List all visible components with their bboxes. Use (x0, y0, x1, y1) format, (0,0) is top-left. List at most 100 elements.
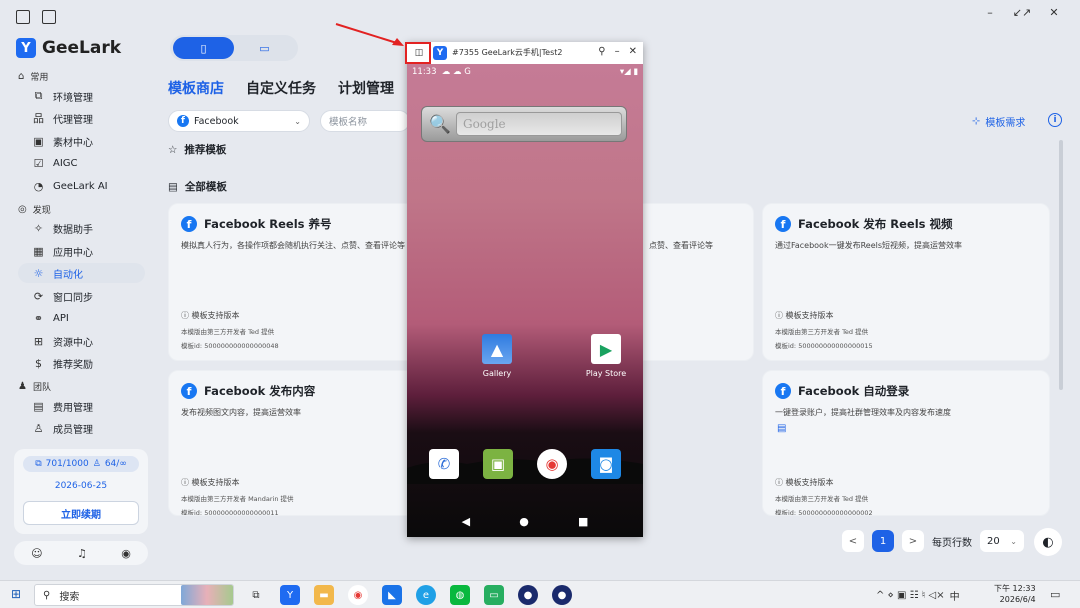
bell-icon[interactable]: ♫ (77, 547, 87, 560)
card-support: ⓘ 模板支持版本 (775, 478, 834, 487)
sidebar-item-env[interactable]: ⧉ 环境管理 (18, 86, 145, 106)
platform-select[interactable]: f Facebook ⌄ (168, 110, 310, 132)
aigc-icon: ☑ (33, 156, 44, 170)
document-icon: ▤ (777, 423, 787, 434)
sidebar-toggle-icon[interactable] (16, 10, 30, 24)
annotation-arrow-icon (335, 23, 404, 46)
proxy-icon: 品 (33, 112, 44, 125)
info-icon: ⓘ (775, 478, 786, 487)
geelark-logo-icon: Y (433, 46, 447, 60)
google-search-widget[interactable]: 🔍 Google (421, 106, 627, 142)
back-button[interactable]: ◀ (462, 515, 470, 528)
tab-custom-task[interactable]: 自定义任务 (246, 78, 316, 98)
rows-per-page-label: 每页行数 (932, 537, 972, 549)
tab-plan-management[interactable]: 计划管理 (338, 78, 394, 98)
restore-button[interactable]: ↙↗ (1006, 2, 1038, 22)
camera-icon[interactable]: ◙ (591, 449, 621, 479)
user-icon[interactable]: ◉ (121, 547, 131, 560)
file-explorer-icon[interactable]: ▬ (314, 585, 334, 605)
template-search-input[interactable]: 模板名称 (320, 110, 410, 132)
template-card[interactable]: f Facebook 自动登录 一键登录账户，提高社群管理效率及内容发布速度 ▤ … (762, 370, 1050, 516)
rows-per-page-select[interactable]: 20 ⌄ (980, 530, 1024, 552)
chrome-icon[interactable]: ◉ (537, 449, 567, 479)
desktop-mode-button[interactable]: ▭ (234, 37, 295, 59)
taskbar-clock[interactable]: 下午 12:33 2026/6/4 (994, 583, 1036, 605)
sidebar-item-api[interactable]: ⚭ API (18, 308, 145, 328)
phone-mode-button[interactable]: ▯ (173, 37, 234, 59)
geelark-phone-7355-icon[interactable]: ● (552, 585, 572, 605)
section-team: ♟ 团队 (18, 381, 51, 393)
close-button[interactable]: ✕ (1038, 2, 1070, 22)
android-nav-bar: ◀ ● ■ (407, 508, 643, 534)
sidebar-item-proxy[interactable]: 品代理管理 (18, 108, 145, 128)
prev-page-button[interactable]: < (842, 530, 864, 552)
list-icon: ▤ (168, 180, 178, 193)
edit-icon[interactable] (42, 10, 56, 24)
task-view-icon[interactable]: ⧉ (246, 585, 266, 605)
page-1-button[interactable]: 1 (872, 530, 894, 552)
minimize-button[interactable]: – (974, 2, 1006, 22)
card-description: 一键登录账户，提高社群管理效率及内容发布速度 (775, 408, 951, 417)
play-store-app[interactable]: ▶ Play Store (576, 334, 636, 378)
sidebar-item-geelark-ai[interactable]: ◔ GeeLark AI (18, 176, 145, 196)
phone-screen[interactable]: 11:33 ☁ ☁ G ▾◢ ▮ 🔍 Google ▲ Gallery ▶ Pl… (407, 64, 643, 537)
renew-button[interactable]: 立即续期 (23, 501, 139, 525)
eye-icon[interactable]: ◐ (1034, 528, 1062, 556)
cloud-phone-window: ◫ Y #7355 GeeLark云手机|Test2 ⚲ – ✕ 11:33 ☁… (407, 42, 643, 537)
sidebar-item-aigc[interactable]: ☑ AIGC (18, 153, 145, 173)
notification-icon[interactable]: ▭ (1050, 588, 1060, 601)
taskbar-search[interactable]: ⚲ 搜索 (34, 584, 234, 606)
sidebar-item-sync[interactable]: ⟳ 窗口同步 (18, 286, 145, 306)
geelark-phone-7445-icon[interactable]: ● (518, 585, 538, 605)
info-icon[interactable]: i (1048, 113, 1062, 127)
facebook-icon: f (181, 383, 197, 399)
phone-icon: ▯ (200, 41, 207, 55)
template-card[interactable]: f Facebook 发布 Reels 视频 通过Facebook一键发布Reel… (762, 203, 1050, 361)
geelark-taskbar-icon[interactable]: Y (280, 585, 300, 605)
store-icon[interactable]: ▣ (483, 449, 513, 479)
sidebar-item-apps[interactable]: ▦ 应用中心 (18, 241, 145, 261)
gallery-app[interactable]: ▲ Gallery (467, 334, 527, 378)
support-icon[interactable]: ☺ (31, 547, 42, 560)
lark-icon[interactable]: ◣ (382, 585, 402, 605)
home-button[interactable]: ● (519, 515, 529, 528)
chevron-down-icon: ⌄ (294, 116, 301, 126)
card-title: Facebook 发布内容 (204, 384, 316, 398)
sidebar-item-materials[interactable]: ▣ 素材中心 (18, 131, 145, 151)
sidebar-item-rewards[interactable]: $ 推荐奖励 (18, 353, 145, 373)
sidebar-item-billing[interactable]: ▤ 费用管理 (18, 396, 145, 416)
wechat-icon[interactable]: ◍ (450, 585, 470, 605)
pin-icon[interactable]: ⚲ (598, 46, 605, 57)
card-id: 模板id: 500000000000000015 (775, 342, 873, 350)
next-page-button[interactable]: > (902, 530, 924, 552)
phone-dialer-icon[interactable]: ✆ (429, 449, 459, 479)
scrollbar[interactable] (1059, 140, 1063, 390)
close-icon[interactable]: ✕ (629, 46, 637, 57)
edge-icon[interactable]: e (416, 585, 436, 605)
sidebar-item-members[interactable]: ♙ 成员管理 (18, 418, 145, 438)
sidebar-item-data[interactable]: ✧ 数据助手 (18, 218, 145, 238)
notification-icons: ☁ ☁ G (441, 67, 471, 77)
ime-indicator[interactable]: 中 (950, 588, 960, 603)
search-icon: ⚲ (43, 589, 51, 601)
minimize-icon[interactable]: – (615, 46, 620, 57)
card-id: 模板id: 500000000000000002 (775, 509, 873, 516)
sidebar-item-automation[interactable]: ☼ 自动化 (18, 263, 145, 283)
sidebar-item-resources[interactable]: ⊞ 资源中心 (18, 331, 145, 351)
tab-template-store[interactable]: 模板商店 (168, 78, 224, 98)
template-demand-button[interactable]: ⊹ 模板需求 (972, 114, 1025, 129)
system-tray[interactable]: ^ ⋄ ▣ ☷ ♮ ◁× 中 (876, 588, 960, 603)
billing-icon: ▤ (33, 399, 44, 413)
ai-icon: ◔ (33, 179, 44, 193)
chat-icon[interactable]: ▭ (484, 585, 504, 605)
add-grid-icon: ⊹ (972, 116, 981, 127)
facebook-icon: f (181, 216, 197, 232)
sidebar-footer: ☺ ♫ ◉ (14, 541, 148, 565)
recents-button[interactable]: ■ (578, 515, 588, 528)
chrome-taskbar-icon[interactable]: ◉ (348, 585, 368, 605)
windows-start-icon[interactable]: ⊞ (9, 587, 23, 601)
google-search-field[interactable]: Google (456, 112, 622, 136)
facebook-icon: f (775, 383, 791, 399)
taskbar-search-label: 搜索 (59, 591, 80, 603)
search-highlight-image (181, 585, 233, 605)
